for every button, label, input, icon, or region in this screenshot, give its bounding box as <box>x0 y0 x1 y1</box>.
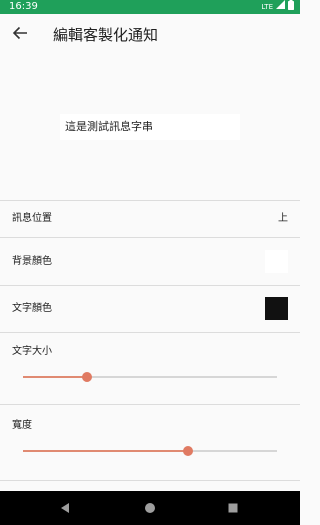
background-color-swatch[interactable] <box>265 250 288 273</box>
nav-recents-button[interactable] <box>226 501 240 515</box>
preview-text: 這是測試訊息字串 <box>65 120 153 133</box>
circle-home-icon <box>144 499 156 518</box>
arrow-left-icon <box>12 25 28 45</box>
app-bar: 編輯客製化通知 <box>0 14 300 56</box>
page-title: 編輯客製化通知 <box>53 26 159 44</box>
nav-home-button[interactable] <box>143 501 157 515</box>
divider <box>0 237 300 238</box>
status-bar: 16:39 LTE <box>0 0 300 14</box>
slider-fill <box>23 450 188 452</box>
notification-preview: 這是測試訊息字串 <box>60 114 240 140</box>
battery-icon <box>288 0 294 15</box>
back-button[interactable] <box>9 24 31 46</box>
text-size-slider[interactable] <box>23 370 277 384</box>
slider-thumb[interactable] <box>183 446 193 456</box>
navigation-bar <box>0 491 300 525</box>
divider <box>0 200 300 201</box>
square-recents-icon <box>227 499 239 518</box>
text-size-label: 文字大小 <box>12 346 52 357</box>
divider <box>0 332 300 333</box>
text-color-label: 文字顏色 <box>12 303 52 314</box>
divider <box>0 480 300 481</box>
signal-icon <box>276 0 285 14</box>
divider <box>0 285 300 286</box>
text-color-swatch[interactable] <box>265 297 288 320</box>
status-time: 16:39 <box>9 1 38 12</box>
divider <box>0 404 300 405</box>
triangle-back-icon <box>59 499 71 518</box>
nav-back-button[interactable] <box>58 501 72 515</box>
width-label: 寬度 <box>12 420 32 431</box>
background-color-label: 背景顏色 <box>12 256 52 267</box>
slider-fill <box>23 376 87 378</box>
network-type-label: LTE <box>261 3 273 11</box>
slider-thumb[interactable] <box>82 372 92 382</box>
message-position-label: 訊息位置 <box>12 213 52 224</box>
status-icons: LTE <box>261 0 294 14</box>
width-slider[interactable] <box>23 444 277 458</box>
message-position-value: 上 <box>278 213 288 224</box>
